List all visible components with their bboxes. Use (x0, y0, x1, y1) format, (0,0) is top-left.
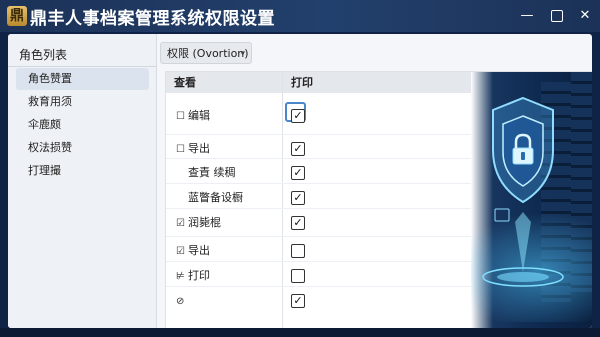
permission-name: 导出 (188, 142, 210, 155)
permission-name: 打印 (188, 269, 210, 282)
close-button[interactable]: ✕ (575, 6, 595, 26)
window-bottom-edge (0, 328, 600, 337)
row-divider (166, 286, 471, 287)
permission-label: ☑ 润毙棍 (176, 216, 221, 231)
permission-label: 查責 续稠 (176, 166, 236, 180)
row-divider (166, 183, 471, 184)
row-mark-icon: ☐ (176, 144, 185, 155)
maximize-button[interactable] (547, 6, 567, 26)
print-permission-checkbox[interactable]: ✓ (291, 216, 305, 230)
permission-dropdown[interactable]: 权限 (Ovortion) ▾ (160, 42, 252, 64)
row-mark-icon: ☑ (176, 246, 185, 257)
app-window: 鼎 鼎丰人事档案管理系统权限设置 — ✕ 角色列表 角色赞置 救育用须 伞鹿颇 权法损… (0, 0, 600, 337)
print-permission-checkbox[interactable]: ✓ (291, 109, 305, 123)
permission-label: 蓝瞥备设橱 (176, 191, 243, 205)
permission-name: 润毙棍 (188, 216, 221, 229)
sidebar-item[interactable]: 权法损赞 (16, 137, 149, 159)
row-mark-icon: ☑ (176, 218, 185, 229)
print-permission-checkbox[interactable] (291, 269, 305, 283)
row-mark-icon: ⊘ (176, 296, 185, 307)
print-permission-checkbox[interactable] (291, 244, 305, 258)
permission-label: ⊭ 打印 (176, 269, 210, 284)
row-divider (166, 208, 471, 209)
row-divider (166, 261, 471, 262)
sidebar-item[interactable]: 救育用须 (16, 91, 149, 113)
print-permission-checkbox[interactable]: ✓ (291, 294, 305, 308)
divider (8, 66, 156, 67)
row-mark-icon: ⊭ (176, 271, 185, 282)
print-permission-checkbox[interactable]: ✓ (291, 191, 305, 205)
security-illustration (471, 72, 592, 328)
maximize-icon (551, 9, 563, 22)
sidebar-item[interactable]: 角色赞置 (16, 68, 149, 90)
row-divider (166, 236, 471, 237)
role-sidebar: 角色列表 角色赞置 救育用须 伞鹿颇 权法损赞 打理撮 (8, 34, 157, 328)
column-header-view: 查看 (166, 72, 282, 93)
main-panel: 角色列表 角色赞置 救育用须 伞鹿颇 权法损赞 打理撮 权限 (Ovortion) ▾ … (8, 34, 592, 328)
sidebar-item[interactable]: 伞鹿颇 (16, 114, 149, 136)
table-row: ☐ 编辑 ✓ (166, 102, 471, 129)
title-bar: 鼎 鼎丰人事档案管理系统权限设置 — ✕ (0, 0, 600, 32)
permission-table: 查看 打印 ☐ 编辑 ✓ ☐ 导出 ✓ 查責 续稠 ✓ 蓝瞥备设橱 ✓ ☑ 润毙棍 ✓ ☑ 导出 ⊭ 打印 ⊘ ✓ (165, 71, 592, 328)
permission-name: 查責 续稠 (188, 166, 236, 179)
permission-label: ☑ 导出 (176, 244, 210, 259)
chevron-down-icon: ▾ (240, 49, 245, 59)
permission-name: 编辑 (188, 109, 210, 122)
sidebar-title: 角色列表 (19, 48, 68, 62)
permission-name: 导出 (188, 244, 210, 257)
dropdown-label: 权限 (Ovortion) (167, 47, 249, 60)
permission-label: ☐ 导出 (176, 142, 210, 157)
row-mark-icon: ☐ (176, 111, 185, 122)
table-row: ⊘ ✓ (166, 289, 471, 314)
permission-name: 蓝瞥备设橱 (188, 191, 243, 204)
row-divider (166, 134, 471, 135)
minimize-button[interactable]: — (517, 6, 537, 26)
permission-label: ⊘ (176, 294, 188, 309)
sidebar-item[interactable]: 打理撮 (16, 160, 149, 182)
print-permission-checkbox[interactable]: ✓ (291, 142, 305, 156)
app-logo: 鼎 (7, 6, 27, 26)
row-divider (166, 158, 471, 159)
column-header-print: 打印 (283, 72, 471, 93)
print-permission-checkbox[interactable]: ✓ (291, 166, 305, 180)
window-title: 鼎丰人事档案管理系统权限设置 (30, 9, 275, 29)
permission-label: ☐ 编辑 (176, 109, 210, 124)
shield-lock-icon (482, 96, 564, 287)
table-row: ☑ 润毙棍 ✓ (166, 211, 471, 236)
